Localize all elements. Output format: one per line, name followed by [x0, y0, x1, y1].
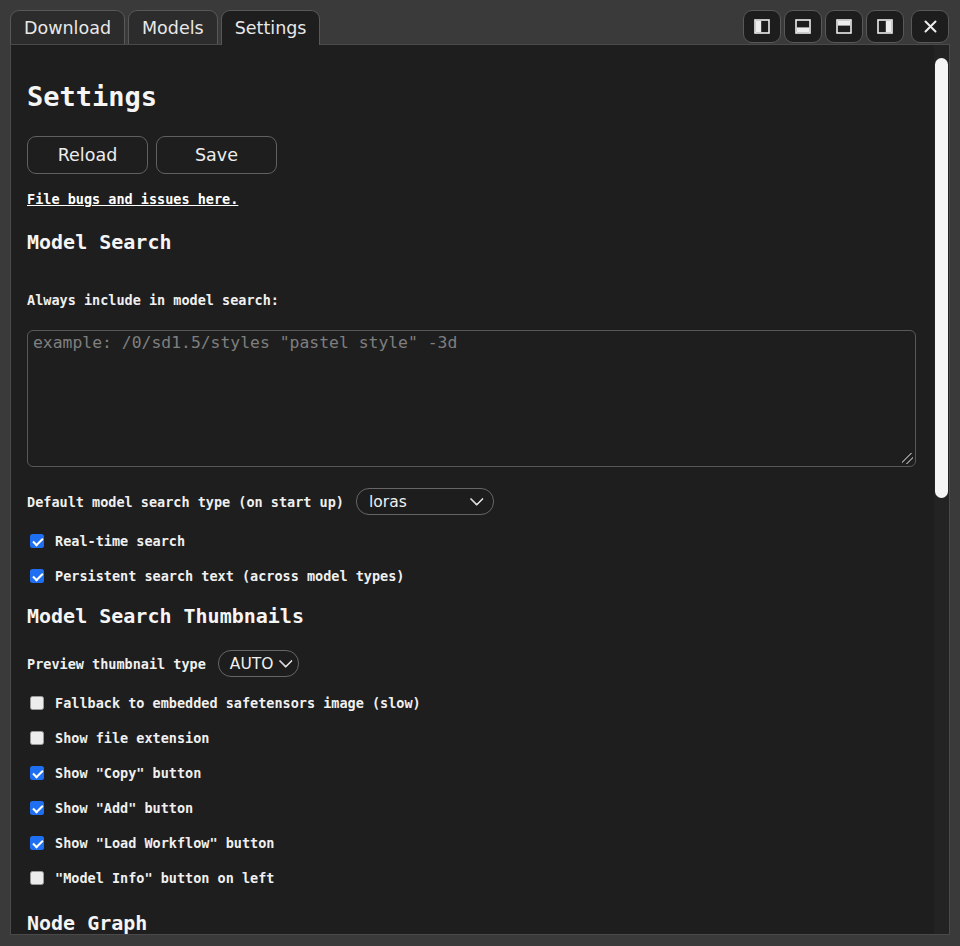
show-file-extension-row: Show file extension	[30, 731, 934, 745]
window-controls	[743, 10, 949, 43]
page-title: Settings	[27, 81, 934, 113]
show-copy-button-label: Show "Copy" button	[55, 766, 201, 780]
fallback-safetensors-label: Fallback to embedded safetensors image (…	[55, 696, 421, 710]
default-search-type-label: Default model search type (on start up)	[27, 494, 344, 510]
model-search-heading: Model Search	[27, 230, 934, 254]
show-add-button-checkbox[interactable]	[30, 801, 44, 815]
persistent-search-row: Persistent search text (across model typ…	[30, 569, 934, 583]
sidebar-bottom-icon	[795, 19, 811, 34]
show-file-extension-checkbox[interactable]	[30, 731, 44, 745]
persistent-search-checkbox[interactable]	[30, 569, 44, 583]
show-copy-button-checkbox[interactable]	[30, 766, 44, 780]
persistent-search-label: Persistent search text (across model typ…	[55, 569, 405, 583]
tab-settings-label: Settings	[235, 18, 307, 38]
realtime-search-checkbox[interactable]	[30, 534, 44, 548]
default-search-type-select[interactable]: loras	[356, 488, 494, 515]
always-include-field-wrap	[27, 330, 916, 467]
model-info-left-label: "Model Info" button on left	[55, 871, 274, 885]
show-load-workflow-label: Show "Load Workflow" button	[55, 836, 274, 850]
show-copy-button-row: Show "Copy" button	[30, 766, 934, 780]
realtime-search-row: Real-time search	[30, 534, 934, 548]
model-info-left-checkbox[interactable]	[30, 871, 44, 885]
close-button[interactable]	[911, 10, 949, 43]
show-file-extension-label: Show file extension	[55, 731, 209, 745]
preview-type-label: Preview thumbnail type	[27, 656, 206, 672]
tab-download[interactable]: Download	[10, 10, 125, 44]
preview-type-value: AUTO	[230, 655, 274, 673]
chevron-down-icon	[471, 492, 484, 505]
fallback-safetensors-row: Fallback to embedded safetensors image (…	[30, 696, 934, 710]
scrollbar[interactable]	[934, 45, 949, 934]
show-add-button-label: Show "Add" button	[55, 801, 193, 815]
sidebar-bottom-button[interactable]	[784, 10, 822, 43]
tab-settings[interactable]: Settings	[221, 10, 321, 45]
sidebar-left-icon	[754, 19, 770, 34]
settings-panel: Settings Reload Save File bugs and issue…	[10, 44, 950, 935]
model-info-left-row: "Model Info" button on left	[30, 871, 934, 885]
sidebar-top-icon	[836, 19, 852, 34]
thumbnails-heading: Model Search Thumbnails	[27, 604, 934, 628]
tab-models-label: Models	[142, 18, 204, 38]
node-graph-heading: Node Graph	[27, 911, 934, 934]
sidebar-top-button[interactable]	[825, 10, 863, 43]
chevron-down-icon	[279, 654, 292, 667]
show-load-workflow-row: Show "Load Workflow" button	[30, 836, 934, 850]
fallback-safetensors-checkbox[interactable]	[30, 696, 44, 710]
action-buttons: Reload Save	[27, 136, 934, 174]
realtime-search-label: Real-time search	[55, 534, 185, 548]
file-bugs-link[interactable]: File bugs and issues here.	[27, 191, 238, 207]
reload-button[interactable]: Reload	[27, 136, 148, 174]
sidebar-right-icon	[877, 19, 893, 34]
sidebar-left-button[interactable]	[743, 10, 781, 43]
textarea-resize-grip[interactable]	[902, 453, 913, 464]
settings-content: Settings Reload Save File bugs and issue…	[11, 45, 934, 934]
always-include-textarea[interactable]	[27, 330, 916, 467]
tab-models[interactable]: Models	[128, 10, 218, 44]
show-load-workflow-checkbox[interactable]	[30, 836, 44, 850]
default-search-type-value: loras	[369, 493, 407, 511]
show-add-button-row: Show "Add" button	[30, 801, 934, 815]
preview-type-row: Preview thumbnail type AUTO	[27, 650, 934, 677]
always-include-label: Always include in model search:	[27, 292, 934, 308]
close-icon	[923, 19, 938, 34]
scrollbar-thumb[interactable]	[935, 58, 948, 498]
sidebar-right-button[interactable]	[866, 10, 904, 43]
default-search-type-row: Default model search type (on start up) …	[27, 488, 934, 515]
save-button[interactable]: Save	[156, 136, 277, 174]
tab-download-label: Download	[24, 18, 111, 38]
preview-type-select[interactable]: AUTO	[218, 650, 299, 677]
